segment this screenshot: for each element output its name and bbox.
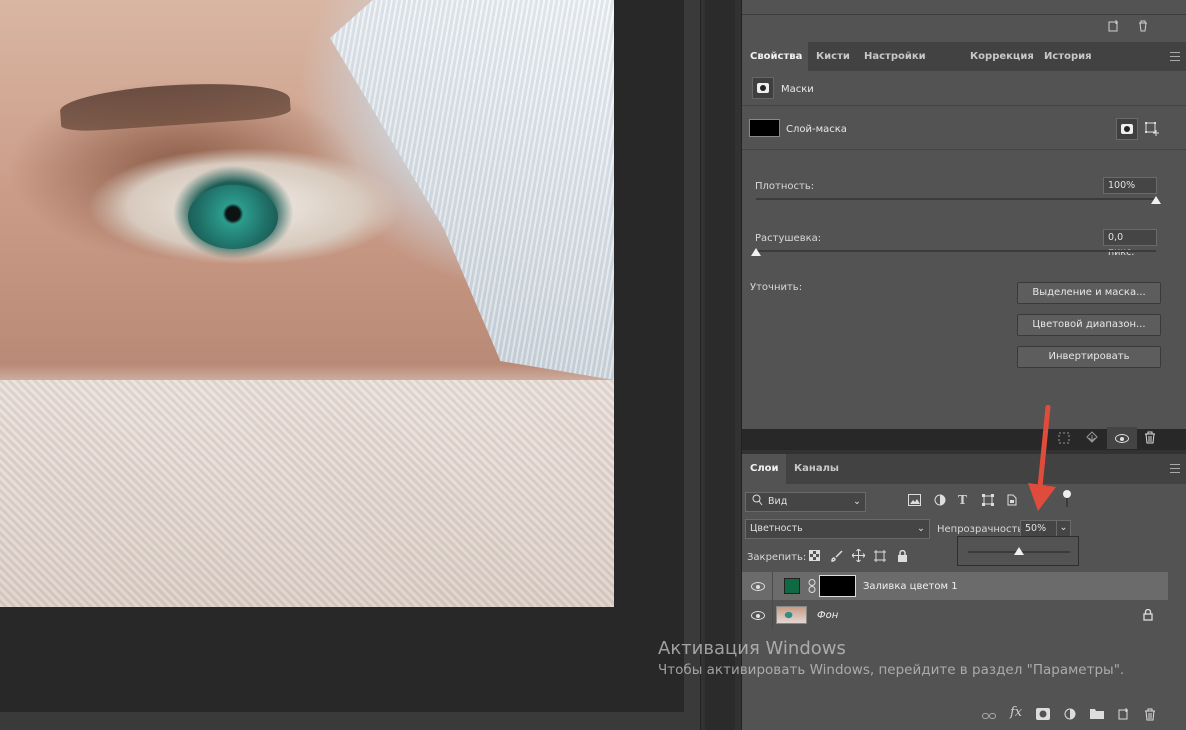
panel-menu-icon[interactable]: [1170, 52, 1180, 61]
visibility-eye-icon[interactable]: [751, 582, 765, 591]
layer-row[interactable]: Фон: [742, 601, 1168, 629]
properties-tab-bar: Свойства Кисти Настройки кисти Коррекция…: [742, 42, 1186, 92]
properties-panel: Маски Слой-маска Плотность: 100% Растуше…: [742, 71, 1186, 449]
chain-link-icon[interactable]: [808, 579, 816, 596]
opacity-slider-thumb[interactable]: [1014, 547, 1024, 555]
search-icon: [752, 494, 763, 513]
lock-icon: [1143, 608, 1153, 624]
chevron-down-icon: ⌄: [1059, 522, 1068, 533]
panel-divider: [742, 14, 1186, 15]
tab-layers[interactable]: Слои: [742, 454, 786, 484]
toggle-mask-button[interactable]: [1107, 427, 1137, 449]
image-cloth: [0, 380, 614, 607]
filter-pixel-icon[interactable]: [908, 494, 921, 509]
background-layer-thumbnail[interactable]: [776, 606, 807, 624]
lock-artboard-icon[interactable]: [874, 550, 886, 565]
link-layers-icon[interactable]: [982, 710, 996, 724]
divider: [772, 601, 773, 629]
tab-brushes[interactable]: Кисти: [808, 42, 856, 72]
dock-collapsed-panel: [705, 0, 735, 730]
invert-button[interactable]: Инвертировать: [1017, 346, 1161, 368]
layer-row[interactable]: Заливка цветом 1: [742, 572, 1168, 600]
chevron-down-icon: ⌄: [917, 523, 925, 534]
feather-input[interactable]: 0,0 пикс.: [1103, 229, 1157, 258]
layer-name[interactable]: Заливка цветом 1: [863, 581, 958, 592]
color-range-button[interactable]: Цветовой диапазон...: [1017, 314, 1161, 336]
panel-dock-strip: [700, 0, 742, 730]
tab-history[interactable]: История: [1036, 42, 1096, 72]
density-input[interactable]: 100%: [1103, 177, 1157, 194]
chevron-down-icon: ⌄: [853, 496, 861, 507]
density-track[interactable]: [756, 198, 1156, 200]
lock-all-icon[interactable]: [897, 549, 908, 565]
layer-filter-select[interactable]: Вид ⌄: [745, 492, 866, 512]
apply-mask-icon[interactable]: [1085, 431, 1099, 448]
image-eyebrow: [58, 77, 292, 133]
filter-shape-icon[interactable]: [982, 494, 994, 509]
filter-adjustment-icon[interactable]: [934, 494, 946, 509]
new-item-icon[interactable]: [1108, 20, 1120, 35]
image-eye: [188, 185, 278, 249]
filter-type-icon[interactable]: T: [958, 493, 967, 507]
divider: [742, 105, 1186, 106]
trash-icon[interactable]: [1137, 20, 1149, 35]
top-panel: [742, 0, 1186, 42]
delete-mask-icon[interactable]: [1144, 431, 1156, 447]
add-mask-icon[interactable]: [1036, 708, 1050, 723]
new-adjustment-layer-icon[interactable]: [1064, 708, 1076, 723]
tab-brush-settings[interactable]: Настройки кисти: [856, 42, 962, 92]
blend-mode-value: Цветность: [750, 523, 803, 534]
tab-channels[interactable]: Каналы: [786, 454, 842, 484]
annotation-arrow: [1028, 405, 1056, 511]
lock-label: Закрепить:: [747, 552, 807, 563]
masks-label: Маски: [781, 84, 814, 95]
visibility-eye-icon[interactable]: [751, 611, 765, 620]
density-slider-thumb[interactable]: [1151, 196, 1161, 204]
refine-label: Уточнить:: [750, 282, 803, 293]
new-layer-icon[interactable]: [1118, 708, 1130, 723]
opacity-label: Непрозрачность:: [937, 524, 1027, 535]
layer-mask-thumbnail[interactable]: [819, 575, 856, 597]
mask-type-icon: [752, 77, 774, 99]
lock-transparency-icon[interactable]: [809, 550, 820, 564]
lock-position-move-icon[interactable]: [851, 548, 866, 565]
tab-properties[interactable]: Свойства: [742, 42, 808, 72]
feather-track[interactable]: [756, 250, 1156, 252]
tab-adjustments[interactable]: Коррекция: [962, 42, 1036, 72]
divider: [772, 572, 773, 600]
layer-mask-label: Слой-маска: [786, 124, 847, 135]
document-image[interactable]: [0, 0, 614, 607]
layer-style-fx-icon[interactable]: fx: [1010, 706, 1022, 720]
layer-filter-value: Вид: [768, 496, 788, 507]
divider: [742, 149, 1186, 150]
watermark-title: Активация Windows: [658, 638, 846, 659]
density-label: Плотность:: [755, 181, 815, 192]
new-group-folder-icon[interactable]: [1090, 708, 1104, 722]
delete-layer-icon[interactable]: [1144, 708, 1156, 724]
vector-mask-icon[interactable]: [1144, 121, 1160, 140]
pixel-mask-button[interactable]: [1116, 118, 1138, 140]
opacity-slider-popup: [957, 536, 1079, 566]
watermark-subtitle: Чтобы активировать Windows, перейдите в …: [658, 662, 1125, 678]
layers-tab-bar: Слои Каналы: [742, 454, 1186, 484]
layers-panel-menu-icon[interactable]: [1170, 464, 1180, 473]
filter-smart-object-icon[interactable]: [1006, 494, 1018, 509]
layer-name[interactable]: Фон: [817, 610, 838, 621]
feather-label: Растушевка:: [755, 233, 822, 244]
fill-color-thumbnail[interactable]: [784, 578, 800, 594]
horizontal-scrollbar[interactable]: [0, 712, 700, 730]
feather-slider-thumb[interactable]: [751, 248, 761, 256]
image-hair: [330, 0, 614, 380]
vertical-scrollbar[interactable]: [684, 0, 700, 730]
select-and-mask-button[interactable]: Выделение и маска...: [1017, 282, 1161, 304]
blend-mode-select[interactable]: Цветность ⌄: [745, 519, 930, 539]
lock-pixels-brush-icon[interactable]: [831, 550, 843, 565]
mask-thumbnail[interactable]: [749, 119, 780, 137]
